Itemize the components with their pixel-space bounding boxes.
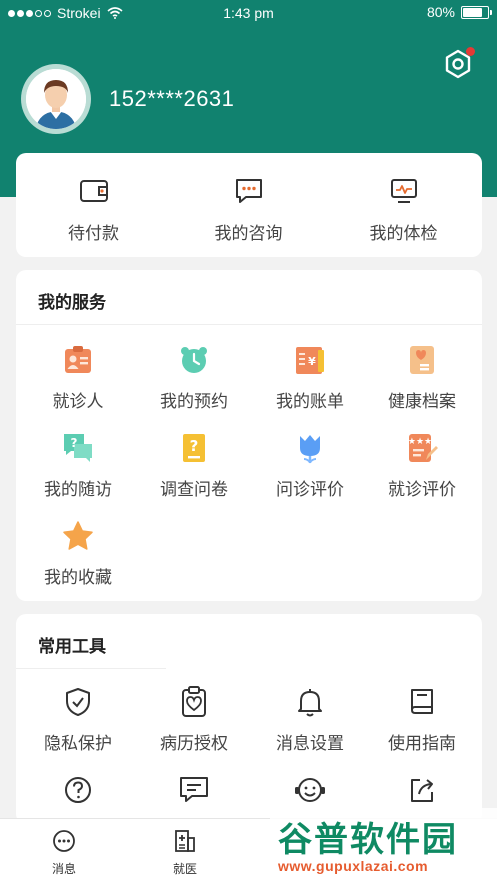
review-pen-icon: ★★★ bbox=[408, 434, 438, 462]
status-time: 1:43 pm bbox=[223, 5, 274, 21]
tool-label: 使用指南 bbox=[388, 734, 456, 753]
tab-label: 就医 bbox=[172, 862, 197, 876]
user-phone[interactable]: 152****2631 bbox=[109, 86, 234, 112]
service-label: 就诊评价 bbox=[388, 480, 456, 499]
star-icon bbox=[63, 521, 93, 550]
share-icon bbox=[411, 779, 433, 802]
tool-label: 病历授权 bbox=[160, 734, 228, 753]
service-appointment[interactable]: 我的预约 bbox=[136, 344, 252, 424]
tab-label: 消息 bbox=[51, 862, 76, 876]
bell-icon bbox=[298, 689, 322, 717]
divider bbox=[16, 324, 482, 325]
service-follow-up[interactable]: ? 我的随访 bbox=[20, 432, 136, 512]
divider bbox=[16, 668, 166, 669]
status-right: 80% bbox=[426, 4, 492, 20]
wallet-icon bbox=[80, 180, 108, 202]
service-label: 调查问卷 bbox=[160, 480, 228, 499]
tool-label: 消息设置 bbox=[276, 734, 344, 753]
service-favorites[interactable]: 我的收藏 bbox=[20, 520, 136, 600]
notification-badge bbox=[466, 47, 475, 56]
battery-percent: 80% bbox=[426, 4, 455, 20]
service-label: 我的随访 bbox=[44, 480, 112, 499]
quick-pending-payment[interactable]: 待付款 bbox=[16, 153, 171, 257]
svg-text:¥: ¥ bbox=[308, 355, 316, 368]
tab-medical[interactable]: 就医 bbox=[135, 827, 235, 877]
tool-record-auth[interactable]: 病历授权 bbox=[136, 686, 252, 766]
service-patient[interactable]: 就诊人 bbox=[20, 344, 136, 424]
chat-bubble-icon bbox=[236, 179, 262, 203]
service-label: 就诊人 bbox=[52, 392, 104, 411]
watermark-url: www.gupuxlazai.com bbox=[278, 858, 429, 874]
quick-my-checkup[interactable]: 我的体检 bbox=[326, 153, 481, 257]
tool-message-settings[interactable]: 消息设置 bbox=[252, 686, 368, 766]
quick-label: 待付款 bbox=[68, 224, 119, 243]
quick-label: 我的体检 bbox=[369, 224, 438, 243]
question-chat-icon: ? bbox=[64, 434, 92, 462]
service-label: 问诊评价 bbox=[276, 480, 344, 499]
user-avatar-icon bbox=[26, 69, 86, 129]
bill-icon: ¥ bbox=[296, 347, 324, 374]
services-title: 我的服务 bbox=[38, 293, 106, 312]
svg-text:?: ? bbox=[71, 436, 78, 450]
health-file-icon bbox=[410, 346, 434, 374]
tab-messages[interactable]: 消息 bbox=[14, 827, 114, 877]
hospital-icon bbox=[175, 830, 195, 852]
quick-actions-card: 待付款 我的咨询 我的体检 bbox=[16, 153, 482, 257]
quick-label: 我的咨询 bbox=[214, 224, 283, 243]
smile-headset-icon bbox=[295, 778, 325, 802]
service-survey[interactable]: ? 调查问卷 bbox=[136, 432, 252, 512]
watermark-title: 谷普软件园 bbox=[278, 821, 458, 859]
help-circle-icon bbox=[65, 777, 91, 803]
survey-icon: ? bbox=[183, 434, 205, 462]
service-label: 健康档案 bbox=[388, 392, 456, 411]
clipboard-heart-icon bbox=[182, 686, 206, 717]
tulip-icon bbox=[300, 435, 320, 464]
quick-my-consult[interactable]: 我的咨询 bbox=[171, 153, 326, 257]
settings-button[interactable] bbox=[440, 46, 476, 82]
tool-user-guide[interactable]: 使用指南 bbox=[364, 686, 480, 766]
tools-title: 常用工具 bbox=[38, 637, 106, 656]
id-card-icon bbox=[65, 346, 91, 373]
tool-label: 隐私保护 bbox=[44, 734, 112, 753]
message-dots-icon bbox=[53, 830, 75, 852]
watermark: 谷普软件园 www.gupuxlazai.com bbox=[270, 808, 497, 883]
service-visit-review[interactable]: ★★★ 就诊评价 bbox=[364, 432, 480, 512]
svg-text:?: ? bbox=[190, 437, 199, 455]
book-icon bbox=[411, 689, 433, 714]
shield-check-icon bbox=[66, 688, 90, 716]
svg-text:★★★: ★★★ bbox=[408, 437, 432, 447]
status-bar: Strokei 1:43 pm 80% bbox=[0, 0, 497, 28]
service-label: 我的账单 bbox=[276, 392, 344, 411]
service-consult-review[interactable]: 问诊评价 bbox=[252, 432, 368, 512]
battery-icon bbox=[461, 5, 492, 19]
alarm-clock-icon bbox=[181, 347, 207, 373]
service-label: 我的收藏 bbox=[44, 568, 112, 587]
service-bill[interactable]: ¥ 我的账单 bbox=[252, 344, 368, 424]
service-health-record[interactable]: 健康档案 bbox=[364, 344, 480, 424]
tool-privacy[interactable]: 隐私保护 bbox=[20, 686, 136, 766]
avatar[interactable] bbox=[21, 64, 91, 134]
message-square-icon bbox=[180, 777, 208, 802]
common-tools-card: 常用工具 隐私保护 病历授权 消息设置 使用指南 bbox=[16, 614, 482, 824]
service-label: 我的预约 bbox=[160, 392, 228, 411]
monitor-pulse-icon bbox=[391, 179, 417, 203]
my-services-card: 我的服务 就诊人 我的预约 ¥ 我的账单 健康档案 ? 我的随访 ? 调查问卷 … bbox=[16, 270, 482, 601]
